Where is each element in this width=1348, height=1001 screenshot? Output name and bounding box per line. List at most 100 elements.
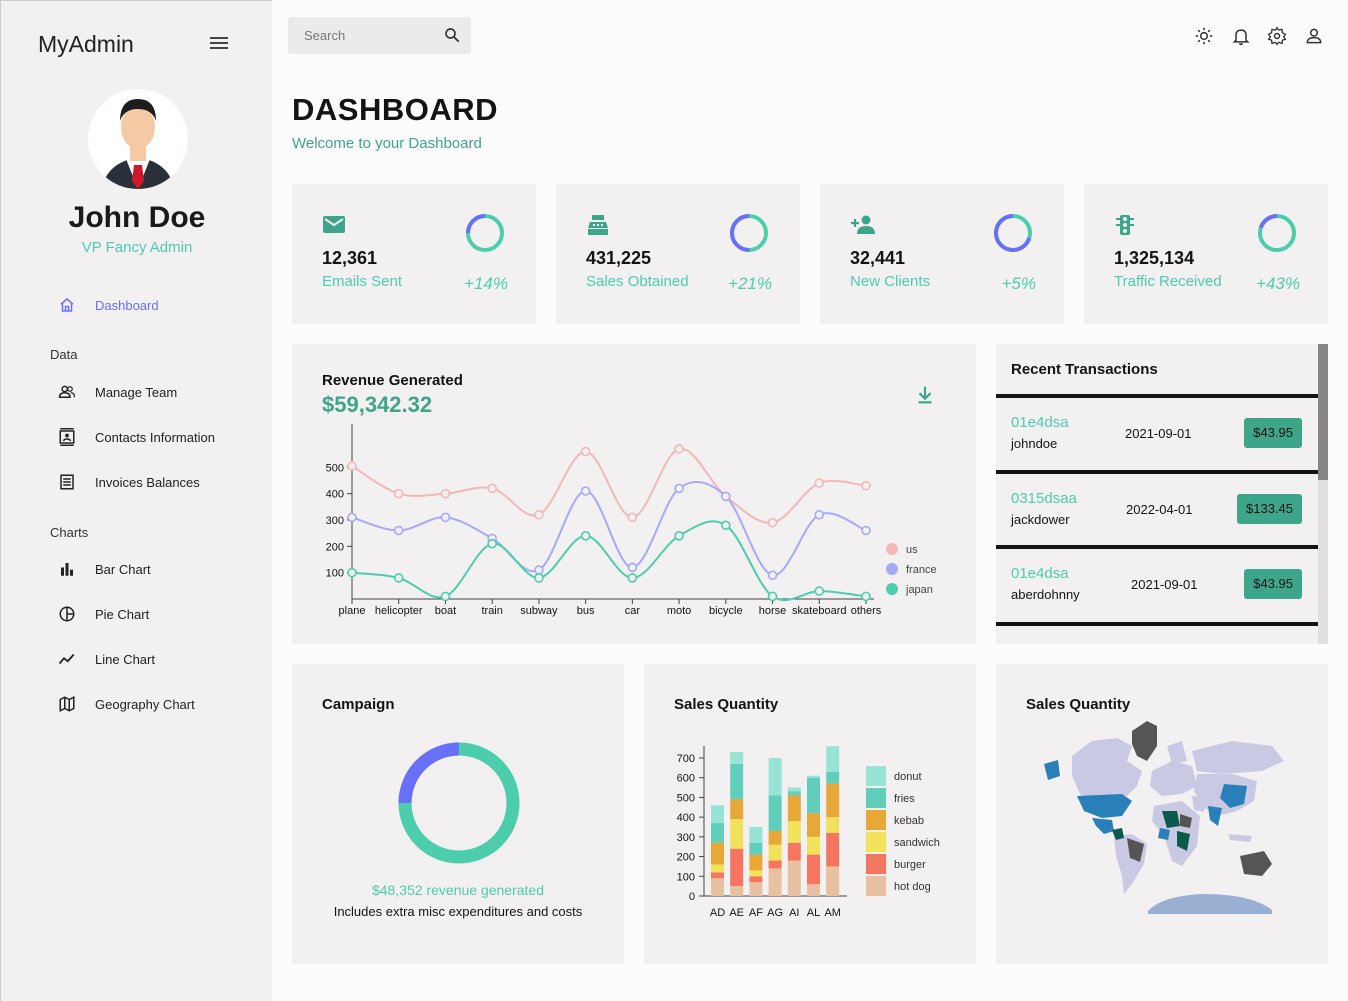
campaign-card: Campaign $48,352 revenue generated Inclu… bbox=[292, 664, 624, 964]
transaction-user: aberdohnny bbox=[1011, 587, 1080, 602]
sidebar-item-label: Pie Chart bbox=[95, 606, 150, 622]
home-icon bbox=[57, 295, 77, 315]
campaign-note: Includes extra misc expenditures and cos… bbox=[333, 904, 583, 919]
bar-segment-hot-dog bbox=[826, 866, 840, 896]
stat-increase: +43% bbox=[1256, 274, 1300, 293]
transaction-cost: $133.45 bbox=[1237, 494, 1302, 524]
person-icon[interactable] bbox=[1304, 26, 1324, 51]
x-tick-label: plane bbox=[339, 605, 366, 617]
transaction-id: 01e4dsa bbox=[1011, 414, 1069, 431]
sidebar-item-invoices[interactable]: Invoices Balances bbox=[57, 470, 200, 494]
person-add-icon bbox=[850, 214, 876, 241]
transaction-cost: $43.95 bbox=[1244, 569, 1302, 599]
bar-segment-donut bbox=[768, 758, 782, 796]
transaction-date: 2021-09-01 bbox=[1131, 577, 1198, 592]
transaction-date: 2021-09-01 bbox=[1125, 426, 1192, 441]
progress-remainder bbox=[730, 214, 750, 252]
transaction-date: 2022-04-01 bbox=[1126, 502, 1193, 517]
bar-segment-fries bbox=[787, 791, 801, 796]
bar-segment-burger bbox=[749, 876, 763, 883]
transaction-row[interactable]: 01e4dsa johndoe 2021-09-01 $43.95 bbox=[996, 394, 1318, 466]
region-russia bbox=[1192, 741, 1284, 774]
timeline-icon bbox=[57, 649, 77, 669]
bar-segment-burger bbox=[787, 842, 801, 861]
series-point-japan bbox=[767, 591, 778, 602]
region-greenland bbox=[1132, 721, 1157, 761]
sidebar-item-bar-chart[interactable]: Bar Chart bbox=[57, 557, 151, 581]
sidebar-item-contacts[interactable]: Contacts Information bbox=[57, 425, 215, 449]
bar-segment-donut bbox=[826, 746, 840, 772]
sidebar-item-dashboard[interactable]: Dashboard bbox=[57, 293, 159, 317]
stat-increase: +21% bbox=[728, 274, 772, 293]
series-point-france bbox=[814, 509, 825, 520]
bar-chart-icon bbox=[57, 559, 77, 579]
bar-segment-burger bbox=[730, 848, 744, 887]
series-point-us bbox=[861, 480, 871, 491]
sidebar-item-pie-chart[interactable]: Pie Chart bbox=[57, 602, 149, 626]
brand-title: MyAdmin bbox=[38, 31, 134, 57]
bar-segment-hot-dog bbox=[711, 878, 724, 896]
sidebar-item-geography-chart[interactable]: Geography Chart bbox=[57, 692, 195, 716]
bar-segment-hot-dog bbox=[787, 860, 801, 896]
bar-segment-kebab bbox=[711, 842, 724, 865]
sidebar-item-label: Bar Chart bbox=[95, 561, 151, 577]
menu-toggle-icon[interactable] bbox=[210, 37, 228, 51]
region-alaska bbox=[1044, 760, 1060, 780]
legend-swatch bbox=[866, 876, 886, 896]
series-point-us bbox=[487, 483, 497, 494]
transaction-row[interactable]: 0315dsaa jackdower 2022-04-01 $133.45 bbox=[996, 470, 1318, 542]
x-tick-label: car bbox=[625, 605, 641, 617]
x-tick-label: AI bbox=[789, 907, 799, 919]
stat-increase: +5% bbox=[1001, 274, 1037, 293]
bar-segment-fries bbox=[826, 771, 840, 784]
bar-segment-fries bbox=[807, 777, 820, 814]
stat-card-sales: 431,225 Sales Obtained +21% bbox=[556, 184, 800, 324]
search-input[interactable]: Search bbox=[304, 28, 345, 43]
series-point-japan bbox=[393, 573, 404, 583]
settings-icon[interactable] bbox=[1267, 26, 1287, 51]
series-point-france bbox=[440, 512, 451, 523]
y-tick-label: 100 bbox=[326, 568, 344, 580]
legend-swatch bbox=[866, 788, 886, 808]
sidebar-item-manage-team[interactable]: Manage Team bbox=[57, 380, 177, 404]
region-india bbox=[1208, 806, 1222, 826]
stat-value: 1,325,134 bbox=[1114, 248, 1195, 268]
search-box[interactable]: Search bbox=[288, 17, 471, 54]
y-tick-label: 500 bbox=[326, 462, 344, 474]
legend-swatch bbox=[866, 810, 886, 830]
bar-segment-fries bbox=[711, 823, 724, 843]
x-tick-label: train bbox=[481, 605, 502, 617]
notifications-icon[interactable] bbox=[1231, 26, 1251, 51]
region-colombia bbox=[1112, 828, 1124, 840]
series-point-japan bbox=[627, 573, 638, 583]
stat-card-traffic: 1,325,134 Traffic Received +43% bbox=[1084, 184, 1328, 324]
series-point-japan bbox=[721, 520, 731, 531]
transaction-row bbox=[996, 622, 1318, 644]
x-tick-label: AF bbox=[749, 907, 763, 919]
series-point-japan bbox=[580, 531, 591, 541]
series-point-france bbox=[580, 486, 591, 496]
scrollbar-thumb[interactable] bbox=[1318, 344, 1328, 480]
campaign-title: Campaign bbox=[322, 696, 395, 713]
x-tick-label: AD bbox=[710, 907, 725, 919]
search-icon[interactable] bbox=[443, 26, 461, 49]
legend-label: france bbox=[906, 564, 937, 576]
traffic-icon bbox=[1114, 214, 1136, 241]
transaction-row[interactable]: 01e4dsa aberdohnny 2021-09-01 $43.95 bbox=[996, 545, 1318, 617]
stat-increase: +14% bbox=[464, 274, 508, 293]
point-of-sale-icon bbox=[586, 214, 610, 241]
progress-circle bbox=[1256, 212, 1298, 259]
sidebar-item-label: Line Chart bbox=[95, 651, 155, 667]
stat-value: 32,441 bbox=[850, 248, 906, 268]
progress-remainder bbox=[398, 742, 460, 804]
transaction-id: 01e4dsa bbox=[1011, 565, 1069, 582]
series-point-us bbox=[767, 517, 778, 528]
stat-card-clients: 32,441 New Clients +5% bbox=[820, 184, 1064, 324]
x-tick-label: horse bbox=[759, 605, 787, 617]
bar-segment-fries bbox=[768, 795, 782, 831]
light-mode-icon[interactable] bbox=[1194, 26, 1214, 51]
x-tick-label: AG bbox=[767, 907, 783, 919]
sidebar-item-line-chart[interactable]: Line Chart bbox=[57, 647, 155, 671]
bar-segment-hot-dog bbox=[730, 886, 744, 896]
sidebar-item-label: Geography Chart bbox=[95, 696, 195, 712]
